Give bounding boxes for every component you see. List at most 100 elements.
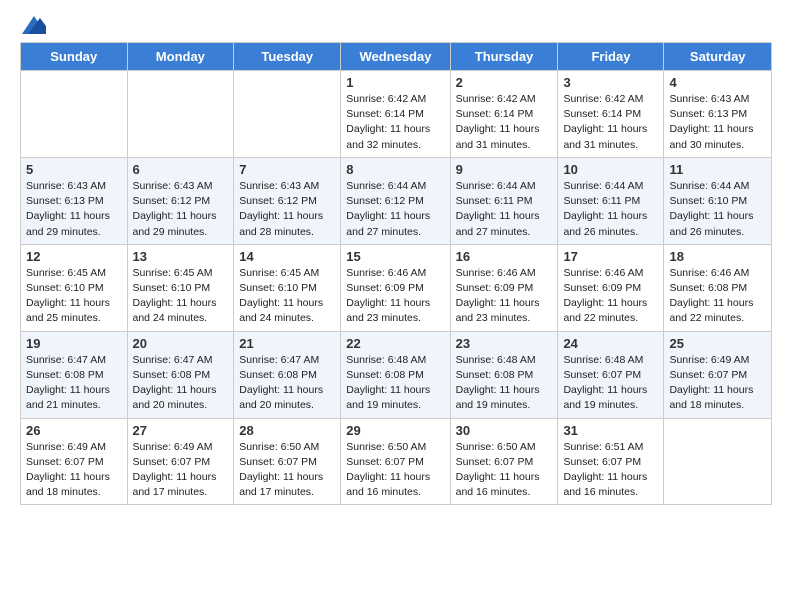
day-info: Sunrise: 6:47 AMSunset: 6:08 PMDaylight:… xyxy=(239,353,335,414)
calendar-cell: 17 Sunrise: 6:46 AMSunset: 6:09 PMDayligh… xyxy=(558,244,664,331)
day-number: 31 xyxy=(563,423,658,438)
day-info: Sunrise: 6:48 AMSunset: 6:08 PMDaylight:… xyxy=(346,353,444,414)
calendar-cell xyxy=(127,71,234,158)
day-number: 18 xyxy=(669,249,766,264)
day-info: Sunrise: 6:49 AMSunset: 6:07 PMDaylight:… xyxy=(133,440,229,501)
logo-icon xyxy=(22,16,46,34)
day-number: 25 xyxy=(669,336,766,351)
calendar-table: SundayMondayTuesdayWednesdayThursdayFrid… xyxy=(20,42,772,505)
day-info: Sunrise: 6:46 AMSunset: 6:09 PMDaylight:… xyxy=(456,266,553,327)
day-number: 12 xyxy=(26,249,122,264)
calendar-cell: 9 Sunrise: 6:44 AMSunset: 6:11 PMDaylight… xyxy=(450,157,558,244)
day-number: 14 xyxy=(239,249,335,264)
day-info: Sunrise: 6:43 AMSunset: 6:13 PMDaylight:… xyxy=(669,92,766,153)
day-number: 24 xyxy=(563,336,658,351)
day-info: Sunrise: 6:42 AMSunset: 6:14 PMDaylight:… xyxy=(563,92,658,153)
day-info: Sunrise: 6:46 AMSunset: 6:09 PMDaylight:… xyxy=(563,266,658,327)
calendar-header-tuesday: Tuesday xyxy=(234,43,341,71)
day-info: Sunrise: 6:44 AMSunset: 6:10 PMDaylight:… xyxy=(669,179,766,240)
day-number: 4 xyxy=(669,75,766,90)
calendar-cell: 11 Sunrise: 6:44 AMSunset: 6:10 PMDayligh… xyxy=(664,157,772,244)
day-info: Sunrise: 6:45 AMSunset: 6:10 PMDaylight:… xyxy=(239,266,335,327)
day-info: Sunrise: 6:43 AMSunset: 6:12 PMDaylight:… xyxy=(133,179,229,240)
calendar-cell: 31 Sunrise: 6:51 AMSunset: 6:07 PMDayligh… xyxy=(558,418,664,505)
day-info: Sunrise: 6:45 AMSunset: 6:10 PMDaylight:… xyxy=(26,266,122,327)
calendar-cell: 12 Sunrise: 6:45 AMSunset: 6:10 PMDayligh… xyxy=(21,244,128,331)
day-info: Sunrise: 6:45 AMSunset: 6:10 PMDaylight:… xyxy=(133,266,229,327)
calendar-cell: 22 Sunrise: 6:48 AMSunset: 6:08 PMDayligh… xyxy=(341,331,450,418)
day-info: Sunrise: 6:46 AMSunset: 6:09 PMDaylight:… xyxy=(346,266,444,327)
day-number: 28 xyxy=(239,423,335,438)
day-info: Sunrise: 6:43 AMSunset: 6:12 PMDaylight:… xyxy=(239,179,335,240)
calendar-cell: 29 Sunrise: 6:50 AMSunset: 6:07 PMDayligh… xyxy=(341,418,450,505)
day-number: 1 xyxy=(346,75,444,90)
day-info: Sunrise: 6:49 AMSunset: 6:07 PMDaylight:… xyxy=(26,440,122,501)
day-info: Sunrise: 6:42 AMSunset: 6:14 PMDaylight:… xyxy=(346,92,444,153)
day-number: 22 xyxy=(346,336,444,351)
calendar-cell xyxy=(234,71,341,158)
calendar-header-saturday: Saturday xyxy=(664,43,772,71)
day-number: 6 xyxy=(133,162,229,177)
day-number: 11 xyxy=(669,162,766,177)
day-info: Sunrise: 6:44 AMSunset: 6:11 PMDaylight:… xyxy=(456,179,553,240)
day-info: Sunrise: 6:43 AMSunset: 6:13 PMDaylight:… xyxy=(26,179,122,240)
day-info: Sunrise: 6:44 AMSunset: 6:11 PMDaylight:… xyxy=(563,179,658,240)
day-number: 9 xyxy=(456,162,553,177)
calendar-cell: 3 Sunrise: 6:42 AMSunset: 6:14 PMDaylight… xyxy=(558,71,664,158)
day-info: Sunrise: 6:50 AMSunset: 6:07 PMDaylight:… xyxy=(346,440,444,501)
day-number: 21 xyxy=(239,336,335,351)
calendar-header-wednesday: Wednesday xyxy=(341,43,450,71)
header xyxy=(20,16,772,34)
day-number: 7 xyxy=(239,162,335,177)
day-info: Sunrise: 6:47 AMSunset: 6:08 PMDaylight:… xyxy=(133,353,229,414)
day-info: Sunrise: 6:42 AMSunset: 6:14 PMDaylight:… xyxy=(456,92,553,153)
day-number: 29 xyxy=(346,423,444,438)
calendar-cell: 30 Sunrise: 6:50 AMSunset: 6:07 PMDayligh… xyxy=(450,418,558,505)
calendar-cell: 2Sunrise: 6:42 AMSunset: 6:14 PMDaylight… xyxy=(450,71,558,158)
day-info: Sunrise: 6:47 AMSunset: 6:08 PMDaylight:… xyxy=(26,353,122,414)
day-number: 27 xyxy=(133,423,229,438)
day-info: Sunrise: 6:50 AMSunset: 6:07 PMDaylight:… xyxy=(456,440,553,501)
calendar-cell: 16 Sunrise: 6:46 AMSunset: 6:09 PMDayligh… xyxy=(450,244,558,331)
day-number: 19 xyxy=(26,336,122,351)
day-number: 3 xyxy=(563,75,658,90)
calendar-cell: 24 Sunrise: 6:48 AMSunset: 6:07 PMDayligh… xyxy=(558,331,664,418)
day-number: 17 xyxy=(563,249,658,264)
calendar-header-thursday: Thursday xyxy=(450,43,558,71)
day-number: 30 xyxy=(456,423,553,438)
day-number: 26 xyxy=(26,423,122,438)
day-info: Sunrise: 6:50 AMSunset: 6:07 PMDaylight:… xyxy=(239,440,335,501)
day-number: 15 xyxy=(346,249,444,264)
calendar-cell: 1 Sunrise: 6:42 AMSunset: 6:14 PMDaylight… xyxy=(341,71,450,158)
calendar-cell: 27 Sunrise: 6:49 AMSunset: 6:07 PMDayligh… xyxy=(127,418,234,505)
day-number: 13 xyxy=(133,249,229,264)
calendar-cell: 8Sunrise: 6:44 AMSunset: 6:12 PMDaylight… xyxy=(341,157,450,244)
calendar-cell: 13 Sunrise: 6:45 AMSunset: 6:10 PMDayligh… xyxy=(127,244,234,331)
day-number: 20 xyxy=(133,336,229,351)
logo xyxy=(20,16,46,34)
calendar-cell: 6 Sunrise: 6:43 AMSunset: 6:12 PMDaylight… xyxy=(127,157,234,244)
day-info: Sunrise: 6:51 AMSunset: 6:07 PMDaylight:… xyxy=(563,440,658,501)
page: SundayMondayTuesdayWednesdayThursdayFrid… xyxy=(0,0,792,525)
calendar-cell: 18Sunrise: 6:46 AMSunset: 6:08 PMDayligh… xyxy=(664,244,772,331)
day-info: Sunrise: 6:48 AMSunset: 6:07 PMDaylight:… xyxy=(563,353,658,414)
day-number: 23 xyxy=(456,336,553,351)
calendar-header-friday: Friday xyxy=(558,43,664,71)
calendar-cell: 15 Sunrise: 6:46 AMSunset: 6:09 PMDayligh… xyxy=(341,244,450,331)
calendar-cell: 25Sunrise: 6:49 AMSunset: 6:07 PMDayligh… xyxy=(664,331,772,418)
calendar-cell: 26 Sunrise: 6:49 AMSunset: 6:07 PMDayligh… xyxy=(21,418,128,505)
calendar-cell: 21 Sunrise: 6:47 AMSunset: 6:08 PMDayligh… xyxy=(234,331,341,418)
calendar-cell: 23Sunrise: 6:48 AMSunset: 6:08 PMDayligh… xyxy=(450,331,558,418)
calendar-cell xyxy=(664,418,772,505)
calendar-cell: 5Sunrise: 6:43 AMSunset: 6:13 PMDaylight… xyxy=(21,157,128,244)
calendar-header-sunday: Sunday xyxy=(21,43,128,71)
calendar-header-monday: Monday xyxy=(127,43,234,71)
calendar-cell: 14 Sunrise: 6:45 AMSunset: 6:10 PMDayligh… xyxy=(234,244,341,331)
calendar-cell: 10Sunrise: 6:44 AMSunset: 6:11 PMDayligh… xyxy=(558,157,664,244)
calendar-cell: 7 Sunrise: 6:43 AMSunset: 6:12 PMDaylight… xyxy=(234,157,341,244)
calendar-cell xyxy=(21,71,128,158)
day-info: Sunrise: 6:44 AMSunset: 6:12 PMDaylight:… xyxy=(346,179,444,240)
day-number: 16 xyxy=(456,249,553,264)
calendar-cell: 19 Sunrise: 6:47 AMSunset: 6:08 PMDayligh… xyxy=(21,331,128,418)
calendar-cell: 4 Sunrise: 6:43 AMSunset: 6:13 PMDaylight… xyxy=(664,71,772,158)
